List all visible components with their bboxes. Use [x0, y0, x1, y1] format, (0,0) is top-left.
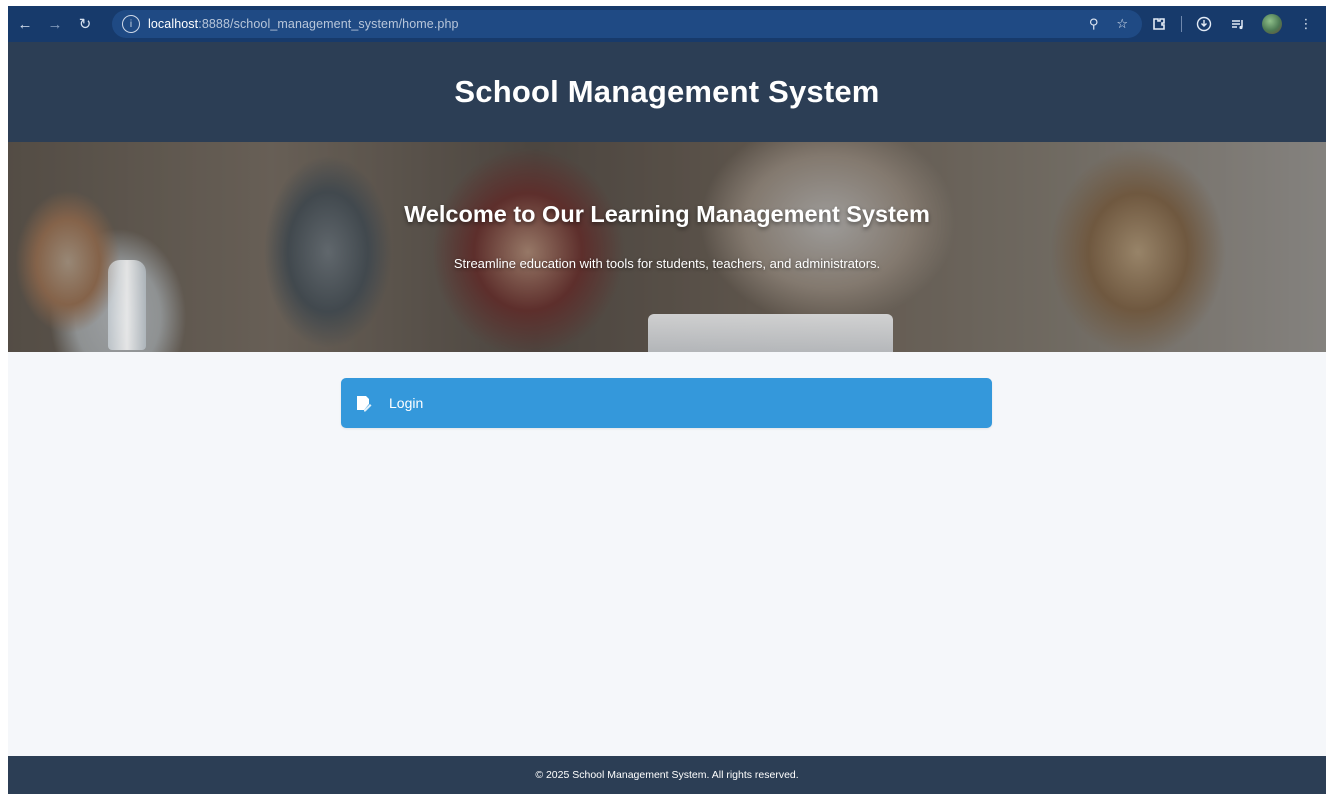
address-bar[interactable]: i localhost:8888/school_management_syste… [112, 10, 1142, 38]
zoom-icon[interactable]: ⚲ [1089, 16, 1099, 32]
profile-avatar[interactable] [1260, 12, 1284, 36]
footer-copyright: © 2025 School Management System. All rig… [535, 769, 799, 781]
url-host: localhost [148, 17, 199, 31]
toolbar-separator [1181, 16, 1182, 32]
info-icon[interactable]: i [122, 15, 140, 33]
hero-subtitle: Streamline education with tools for stud… [453, 256, 881, 271]
site-footer: © 2025 School Management System. All rig… [8, 756, 1326, 794]
kebab-menu-icon[interactable]: ⋮ [1294, 12, 1318, 36]
hero-banner: Welcome to Our Learning Management Syste… [8, 142, 1326, 352]
url-text[interactable]: localhost:8888/school_management_system/… [148, 17, 459, 31]
avatar [1262, 14, 1282, 34]
site-header: School Management System [8, 42, 1326, 142]
login-label: Login [389, 395, 424, 411]
hero-content: Welcome to Our Learning Management Syste… [8, 142, 1326, 352]
page-title: School Management System [454, 74, 880, 109]
back-icon[interactable]: ← [10, 9, 40, 39]
browser-toolbar: ← → ↻ i localhost:8888/school_management… [8, 6, 1326, 42]
login-icon [357, 396, 372, 412]
reload-icon[interactable]: ↻ [70, 9, 100, 39]
browser-window: ← → ↻ i localhost:8888/school_management… [8, 6, 1326, 794]
hero-title: Welcome to Our Learning Management Syste… [404, 201, 930, 227]
login-button[interactable]: Login [341, 378, 992, 428]
forward-icon[interactable]: → [40, 9, 70, 39]
extensions-icon[interactable] [1147, 12, 1171, 36]
star-icon[interactable]: ☆ [1116, 16, 1128, 32]
media-icon[interactable] [1226, 12, 1250, 36]
download-icon[interactable] [1192, 12, 1216, 36]
url-path: :8888/school_management_system/home.php [198, 17, 459, 31]
